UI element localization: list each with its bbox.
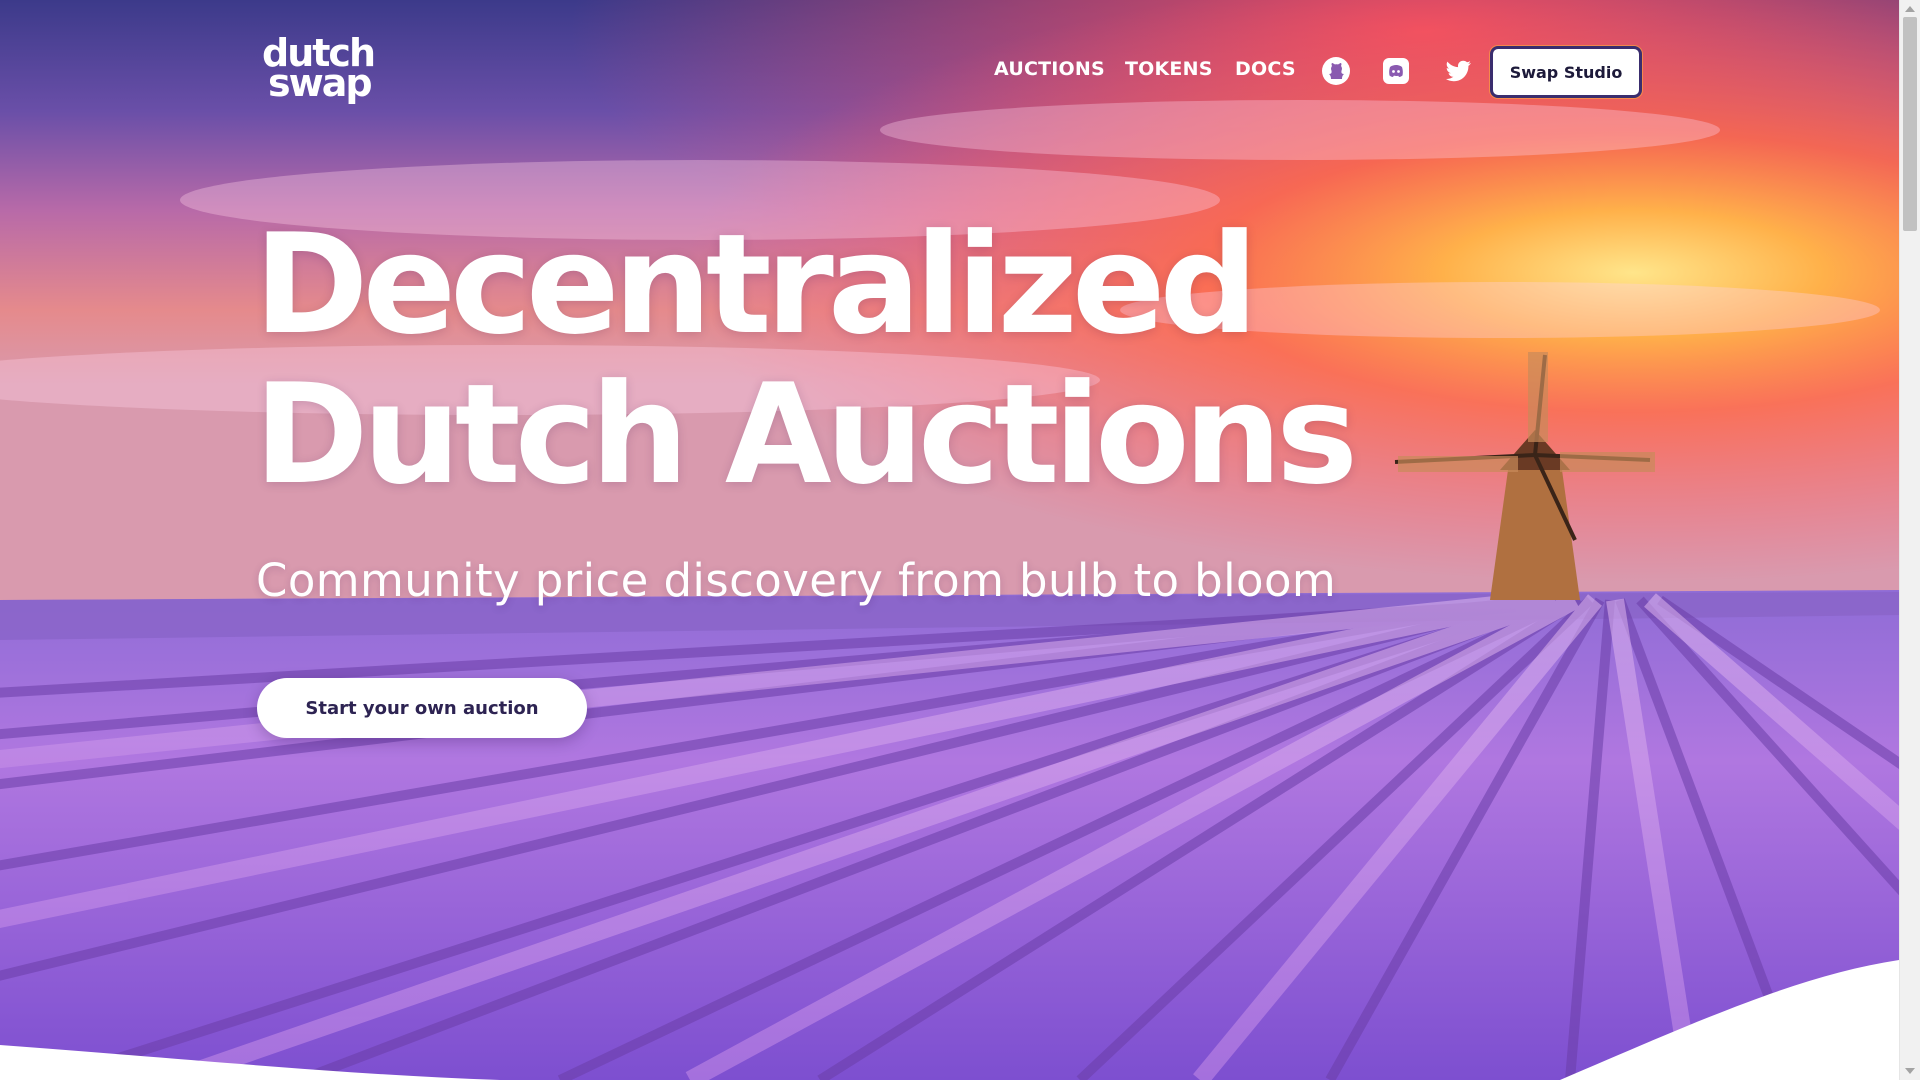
top-navigation: dutch swap AUCTIONS TOKENS DOCS Swap Stu…	[0, 0, 1899, 145]
headline-line-1: Decentralized	[254, 204, 1258, 365]
dutchswap-logo[interactable]: dutch swap	[260, 32, 392, 110]
nav-link-tokens[interactable]: TOKENS	[1125, 58, 1213, 80]
hero-section: dutch swap AUCTIONS TOKENS DOCS Swap Stu…	[0, 0, 1899, 1080]
scroll-down-arrow-icon[interactable]	[1905, 1068, 1915, 1074]
vertical-scrollbar[interactable]	[1899, 0, 1920, 1080]
hero-subheadline: Community price discovery from bulb to b…	[256, 554, 1337, 607]
scroll-up-arrow-icon[interactable]	[1905, 6, 1915, 12]
hero-headline: Decentralized Dutch Auctions	[254, 210, 1358, 510]
github-icon[interactable]	[1320, 55, 1352, 87]
nav-link-docs[interactable]: DOCS	[1235, 58, 1296, 80]
headline-line-2: Dutch Auctions	[254, 354, 1358, 515]
logo-text-bottom: swap	[268, 61, 373, 105]
discord-icon[interactable]	[1380, 55, 1412, 87]
twitter-icon[interactable]	[1442, 55, 1474, 87]
nav-link-auctions[interactable]: AUCTIONS	[994, 58, 1105, 80]
hero-background-image	[0, 0, 1899, 1080]
scroll-thumb[interactable]	[1903, 17, 1917, 231]
page: dutch swap AUCTIONS TOKENS DOCS Swap Stu…	[0, 0, 1899, 1080]
start-auction-button[interactable]: Start your own auction	[257, 678, 587, 738]
swap-studio-button[interactable]: Swap Studio	[1490, 46, 1642, 98]
